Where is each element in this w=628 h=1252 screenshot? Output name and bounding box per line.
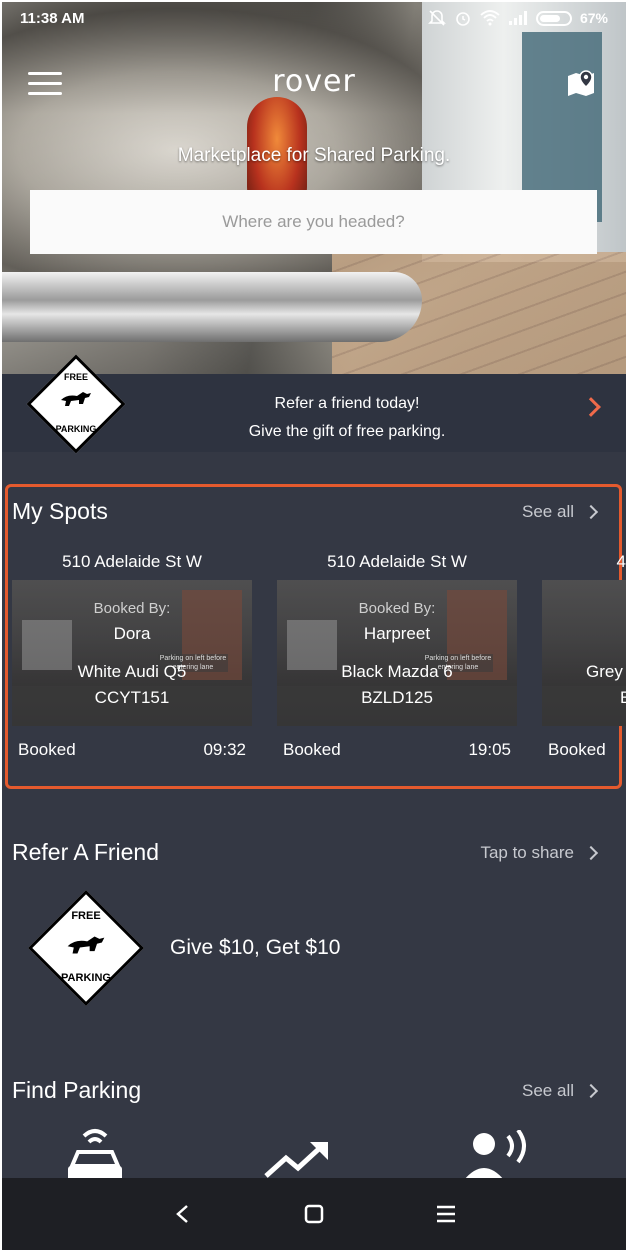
referral-offer: Give $10, Get $10 — [170, 936, 341, 959]
system-nav-bar — [2, 1178, 626, 1250]
mute-icon — [428, 10, 446, 26]
refer-text: Refer a friend today! Give the gift of f… — [152, 390, 542, 446]
top-bar: rover — [2, 54, 626, 114]
refer-line1: Refer a friend today! — [274, 395, 420, 412]
home-icon[interactable] — [294, 1194, 334, 1234]
chevron-right-icon — [583, 504, 599, 520]
dog-icon — [61, 392, 91, 406]
tap-to-share-label: Tap to share — [480, 843, 574, 862]
spot-photo: Parking on left before entering lane Boo… — [277, 580, 517, 726]
hero-banner: 11:38 AM 67% rover Marketplace for Share… — [2, 2, 626, 374]
chevron-right-icon[interactable] — [581, 397, 601, 417]
find-parking-options — [2, 1122, 626, 1182]
refer-banner[interactable]: FREE PARKING Refer a friend today! Give … — [2, 354, 626, 454]
person-broadcast-icon[interactable] — [464, 1130, 534, 1180]
spot-photo: Grey E — [542, 580, 626, 726]
car-model: White Audi Q5 — [77, 662, 187, 681]
license-plate: CCYT151 — [94, 688, 170, 707]
find-parking-title: Find Parking — [12, 1077, 142, 1103]
back-icon[interactable] — [162, 1194, 202, 1234]
my-spots-see-all-link[interactable]: See all — [522, 502, 599, 522]
badge-text-free: FREE — [71, 910, 101, 922]
spot-photo: Parking on left before entering lane Boo… — [12, 580, 252, 726]
spot-status: Booked — [283, 740, 341, 759]
wifi-icon — [480, 10, 500, 26]
car-model: Grey — [586, 662, 623, 681]
car-wifi-icon[interactable] — [62, 1126, 128, 1182]
car-model: Black Mazda 6 — [341, 662, 453, 681]
my-spots-title: My Spots — [12, 498, 108, 524]
spot-address: 510 Adelaide St W — [327, 552, 467, 571]
app-screen: 11:38 AM 67% rover Marketplace for Share… — [2, 2, 626, 1250]
spot-time: 09:32 — [203, 740, 246, 759]
spot-status: Booked — [548, 740, 606, 759]
app-logo: rover — [272, 64, 356, 99]
map-pin-icon[interactable] — [566, 68, 596, 98]
booked-by-name: Harpreet — [363, 624, 431, 643]
free-parking-badge-icon: FREE PARKING — [26, 354, 126, 454]
badge-text-parking: PARKING — [61, 972, 111, 984]
chevron-right-icon — [583, 1083, 599, 1099]
status-bar: 11:38 AM 67% — [2, 2, 626, 34]
trending-up-icon[interactable] — [264, 1140, 330, 1180]
badge-text-parking: PARKING — [55, 424, 97, 434]
hero-bumper-image — [2, 272, 422, 342]
recents-icon[interactable] — [426, 1194, 466, 1234]
booked-by-name: Dora — [113, 624, 151, 643]
refer-line2: Give the gift of free parking. — [248, 423, 446, 440]
alarm-icon — [456, 12, 470, 26]
chevron-right-icon — [583, 845, 599, 861]
booked-by-label: Booked By: — [358, 600, 436, 617]
free-parking-badge-icon: FREE PARKING — [28, 890, 144, 1006]
spot-card[interactable]: 510 Adelaide St W Parking on left before… — [12, 552, 252, 762]
status-icons: 67% — [428, 9, 608, 27]
status-time: 11:38 AM — [20, 9, 85, 27]
spot-status: Booked — [18, 740, 76, 759]
license-plate: E — [620, 688, 626, 707]
spot-card[interactable]: 510 Adelaide St W Parking on left before… — [277, 552, 517, 762]
battery-percent: 67% — [579, 10, 608, 26]
badge-text-free: FREE — [63, 372, 88, 382]
find-parking-see-all-link[interactable]: See all — [522, 1081, 599, 1101]
spot-time: 19:05 — [468, 740, 511, 759]
signal-icon — [508, 11, 527, 25]
tap-to-share-link[interactable]: Tap to share — [480, 843, 599, 863]
booked-by-label: Booked By: — [93, 600, 171, 617]
spot-address: 4 — [616, 552, 626, 571]
destination-search-input[interactable] — [30, 190, 597, 254]
refer-friend-title: Refer A Friend — [12, 839, 160, 865]
dog-icon — [67, 936, 105, 954]
battery-icon — [535, 10, 572, 26]
spot-address: 510 Adelaide St W — [62, 552, 202, 571]
see-all-label: See all — [522, 1081, 574, 1100]
see-all-label: See all — [522, 502, 574, 521]
tagline: Marketplace for Shared Parking. — [177, 145, 451, 166]
license-plate: BZLD125 — [361, 688, 433, 707]
spot-card[interactable]: 4 Grey E Booked — [542, 552, 626, 762]
